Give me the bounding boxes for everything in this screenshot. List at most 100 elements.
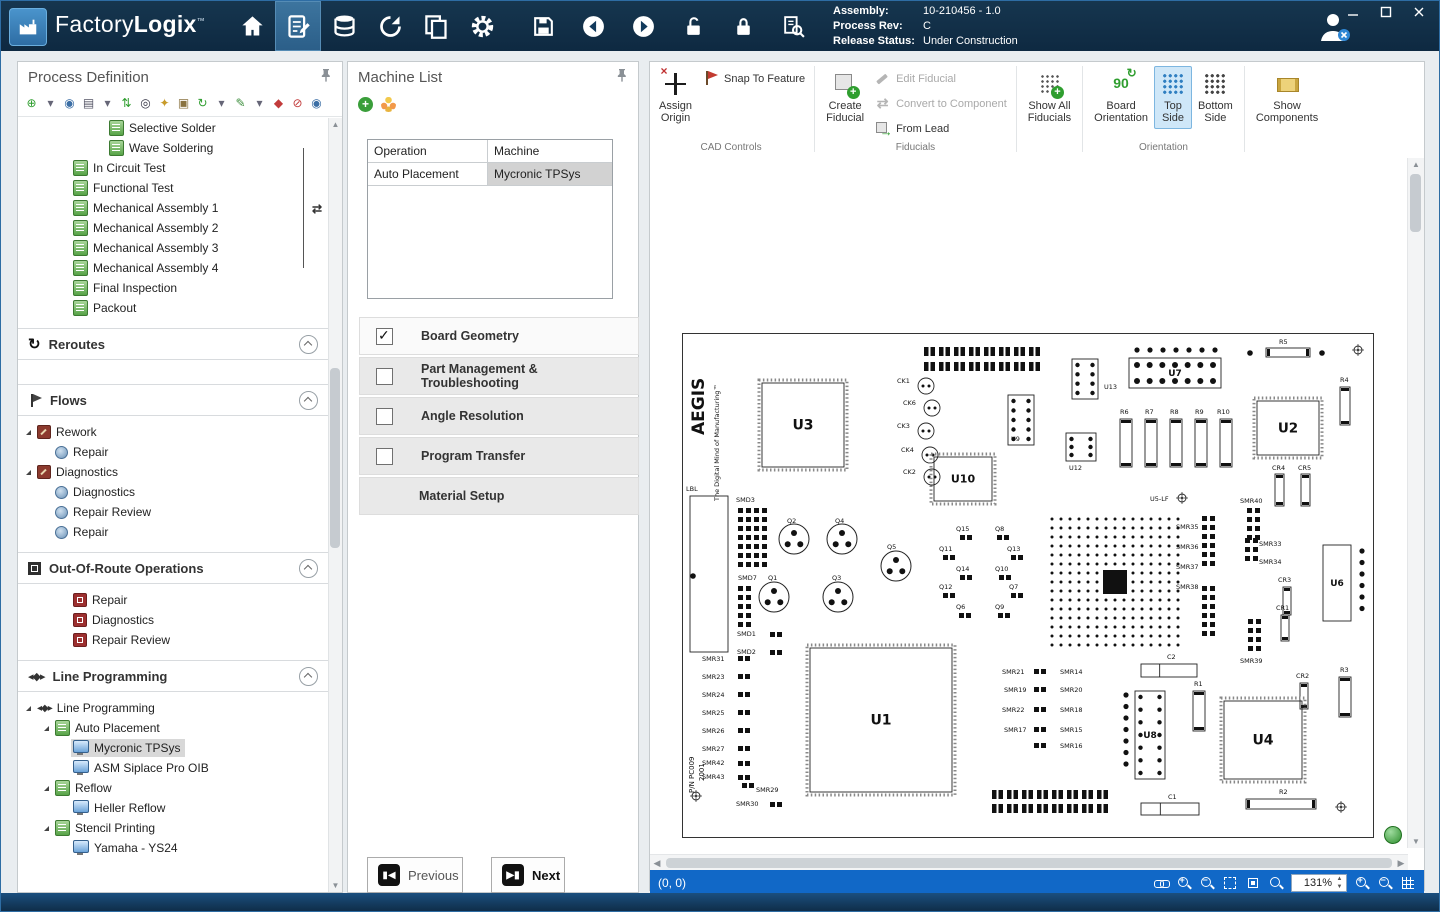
scroll-down-icon[interactable]: ▼ <box>329 879 342 892</box>
collapse-section-button[interactable] <box>299 335 318 354</box>
rearrange-icon[interactable]: ⇅ <box>119 96 134 112</box>
top-side-button[interactable]: TopSide <box>1154 66 1192 129</box>
zoom-out-tool-icon[interactable]: − <box>1199 875 1215 891</box>
expander-icon[interactable] <box>44 726 49 731</box>
add-machine-icon[interactable]: + <box>358 97 373 112</box>
bottom-side-button[interactable]: BottomSide <box>1192 66 1239 129</box>
tree-item-operation[interactable]: Selective Solder <box>18 118 328 138</box>
tree-item-line-programming[interactable]: ASM Siplace Pro OIB <box>18 758 328 778</box>
assign-origin-button[interactable]: ×AssignOrigin <box>653 66 698 129</box>
scrollbar-thumb[interactable] <box>666 858 1392 868</box>
tree-item-operation[interactable]: Mechanical Assembly 3 <box>18 238 328 258</box>
machine-cell[interactable]: Mycronic TPSys <box>488 163 612 185</box>
factorylogix-logo-icon[interactable] <box>9 8 47 46</box>
scroll-left-icon[interactable]: ◀ <box>650 856 664 870</box>
zoom-spin-up-icon[interactable]: ▲ <box>1334 875 1345 883</box>
pin-red-icon[interactable]: ◆ <box>271 96 286 112</box>
sync-icon[interactable] <box>367 1 413 51</box>
tree-item-line-programming[interactable]: Yamaha - YS24 <box>18 838 328 858</box>
brush-icon[interactable]: ✎ <box>233 96 248 112</box>
add-operation-icon[interactable]: ⊕ <box>24 96 39 112</box>
zoom-minus-tool-icon[interactable]: − <box>1377 875 1393 891</box>
cad-viewport[interactable]: AEGISThe Digital Mind of Manufacturing™U… <box>650 158 1408 848</box>
show-components-button[interactable]: ShowComponents <box>1250 66 1324 129</box>
tree-item-flow[interactable]: Repair Review <box>18 502 328 522</box>
step-checkbox[interactable] <box>376 448 393 465</box>
add-dropdown-icon[interactable]: ▾ <box>43 96 58 112</box>
refresh-icon[interactable]: ↻ <box>195 96 210 112</box>
tree-item-operation[interactable]: Mechanical Assembly 1 <box>18 198 328 218</box>
tree-item-line-programming[interactable]: ◂◆▸Line Programming <box>18 698 328 718</box>
brush-dropdown-icon[interactable]: ▾ <box>252 96 267 112</box>
convert-to-component-button[interactable]: ⇄Convert to Component <box>870 91 1011 116</box>
cad-vertical-scrollbar[interactable]: ▲ ▼ <box>1407 158 1424 848</box>
expander-icon[interactable] <box>26 706 31 711</box>
forward-icon[interactable] <box>621 1 665 51</box>
scroll-up-icon[interactable]: ▲ <box>1408 158 1424 171</box>
cad-horizontal-scrollbar[interactable]: ◀ ▶ <box>650 854 1408 871</box>
expander-icon[interactable] <box>44 786 49 791</box>
material-logistics-icon[interactable] <box>321 1 367 51</box>
tree-item-operation[interactable]: Packout <box>18 298 328 318</box>
settings-gear-icon[interactable] <box>459 1 505 51</box>
tree-item-operation[interactable]: Functional Test <box>18 178 328 198</box>
tree-item-out-of-route[interactable]: Repair Review <box>18 630 328 650</box>
find-icon[interactable]: ◎ <box>138 96 153 112</box>
step-checkbox[interactable] <box>376 408 393 425</box>
zoom-spinner[interactable]: ▲▼ <box>1334 875 1345 891</box>
pin-icon[interactable] <box>616 68 628 87</box>
section-header-line-programming[interactable]: Line Programming <box>18 660 328 692</box>
grid-tool-icon[interactable] <box>1400 875 1416 891</box>
tree-item-line-programming[interactable]: Auto Placement <box>18 718 328 738</box>
tree-item-operation[interactable]: Mechanical Assembly 4 <box>18 258 328 278</box>
scroll-right-icon[interactable]: ▶ <box>1394 856 1408 870</box>
scrollbar-thumb[interactable] <box>330 368 340 548</box>
lock-icon[interactable] <box>721 1 765 51</box>
tree-item-flow[interactable]: Diagnostics <box>18 482 328 502</box>
tree-item-operation[interactable]: Wave Soldering <box>18 138 328 158</box>
tree-item-operation[interactable]: In Circuit Test <box>18 158 328 178</box>
magnifier-tool-icon[interactable] <box>1268 875 1284 891</box>
tree-item-line-programming[interactable]: Reflow <box>18 778 328 798</box>
create-fiducial-button[interactable]: +CreateFiducial <box>820 66 870 129</box>
exclude-icon[interactable]: ⊘ <box>290 96 305 112</box>
expander-icon[interactable] <box>26 470 31 475</box>
back-icon[interactable] <box>571 1 615 51</box>
close-button[interactable] <box>1411 5 1427 19</box>
zoom-window-tool-icon[interactable] <box>1222 875 1238 891</box>
from-lead-button[interactable]: →From Lead <box>870 116 1011 141</box>
section-header-reroutes[interactable]: Reroutes <box>18 328 328 360</box>
tree-item-flow[interactable]: Rework <box>18 422 328 442</box>
wizard-step-row[interactable]: Angle Resolution <box>359 397 639 435</box>
tree-item-out-of-route[interactable]: Diagnostics <box>18 610 328 630</box>
zoom-spin-down-icon[interactable]: ▼ <box>1334 883 1345 891</box>
process-definition-icon[interactable] <box>275 1 321 51</box>
audit-search-icon[interactable] <box>771 1 815 51</box>
step-checkbox[interactable] <box>376 328 393 345</box>
wizard-step-row[interactable]: Material Setup <box>359 477 639 515</box>
wizard-step-row[interactable]: Program Transfer <box>359 437 639 475</box>
section-header-flows[interactable]: Flows <box>18 384 328 416</box>
pcb-drawing[interactable]: AEGISThe Digital Mind of Manufacturing™U… <box>682 333 1374 838</box>
tree-item-out-of-route[interactable]: Repair <box>18 590 328 610</box>
wizard-step-row[interactable]: Board Geometry <box>359 317 639 355</box>
link-icon[interactable]: ◉ <box>62 96 77 112</box>
zoom-in-tool-icon[interactable]: + <box>1176 875 1192 891</box>
step-checkbox[interactable] <box>376 368 393 385</box>
edit-fiducial-button[interactable]: Edit Fiducial <box>870 66 1011 91</box>
zoom-level-input[interactable]: 131%▲▼ <box>1291 874 1347 892</box>
zoom-extents-tool-icon[interactable] <box>1245 875 1261 891</box>
save-icon[interactable] <box>521 1 565 51</box>
minimize-button[interactable] <box>1345 5 1361 19</box>
pin-icon[interactable] <box>320 68 332 87</box>
link-tool-icon[interactable] <box>1153 875 1169 891</box>
snap-to-feature-button[interactable]: Snap To Feature <box>698 66 809 91</box>
print-icon[interactable]: ▤ <box>81 96 96 112</box>
expander-icon[interactable] <box>26 430 31 435</box>
tree-item-line-programming[interactable]: Heller Reflow <box>18 798 328 818</box>
machine-config-icon[interactable] <box>381 97 396 112</box>
tree-item-line-programming[interactable]: Mycronic TPSys <box>18 738 328 758</box>
left-panel-scrollbar[interactable]: ▲ ▼ <box>328 118 342 892</box>
print-dropdown-icon[interactable]: ▾ <box>100 96 115 112</box>
tree-item-flow[interactable]: Repair <box>18 442 328 462</box>
